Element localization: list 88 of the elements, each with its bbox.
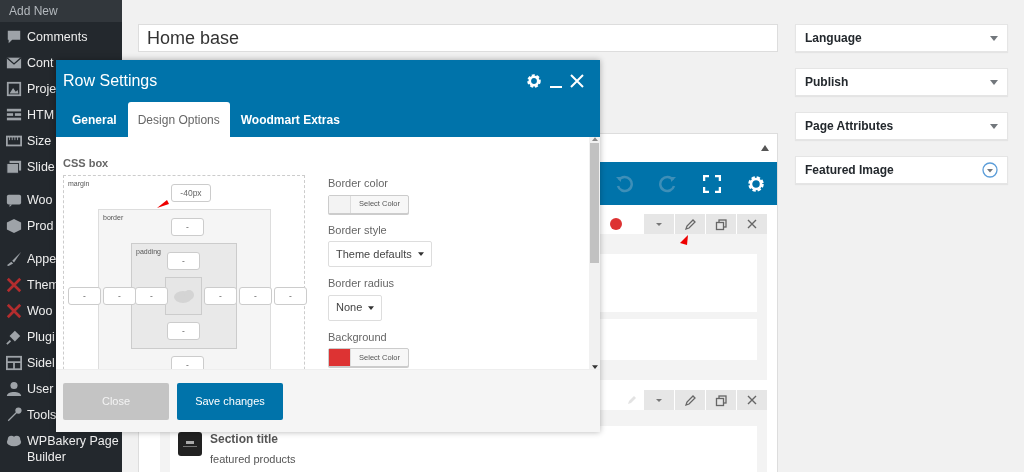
brush-icon (6, 251, 22, 267)
title-thumbnail-icon (178, 432, 202, 456)
title-field[interactable]: Home base (138, 24, 778, 52)
annotation-arrow-icon (680, 235, 688, 245)
copy-icon (713, 216, 729, 232)
person-icon (6, 381, 22, 397)
element-subtitle: featured products (210, 452, 296, 466)
side-panel-header[interactable]: Page Attributes (795, 112, 1008, 140)
dialog-button[interactable]: Save changes (177, 382, 283, 420)
row-control-button[interactable] (675, 390, 705, 410)
tab[interactable]: Design Options (127, 102, 230, 137)
menu-item[interactable]: Prod (0, 213, 54, 239)
cross-icon (6, 277, 22, 293)
envelope-icon (6, 55, 22, 71)
shop-icon (6, 192, 22, 208)
caret-icon[interactable] (990, 35, 998, 41)
slides-icon (6, 159, 22, 175)
menu-item[interactable]: Woo (0, 187, 53, 213)
menu-item[interactable]: Plugi (0, 324, 55, 350)
menu-item[interactable]: Cont (0, 50, 54, 76)
menu-item[interactable]: HTM (0, 102, 55, 128)
menu-item[interactable]: User (0, 376, 54, 402)
value-field[interactable]: - (167, 322, 200, 340)
tab[interactable]: General (62, 102, 127, 137)
value-field[interactable]: - (204, 287, 237, 305)
ruler-icon (6, 133, 22, 149)
copy-icon (713, 392, 729, 408)
close-icon[interactable] (570, 74, 584, 88)
layout-icon (6, 355, 22, 371)
caret-icon[interactable] (990, 123, 998, 129)
menu-item[interactable]: Tools (0, 402, 57, 428)
speech-bubble-icon (6, 29, 22, 45)
menu-item[interactable]: Proje (0, 76, 57, 102)
submenu-item[interactable]: Add New (0, 0, 122, 22)
menu-item[interactable]: Woo (0, 298, 53, 324)
picture-icon (6, 81, 22, 97)
wrench-icon (6, 407, 22, 423)
value-field[interactable]: - (135, 287, 168, 305)
settings-icon[interactable] (526, 73, 542, 89)
value-field[interactable]: - (103, 287, 136, 305)
menu-item[interactable]: Appe (0, 246, 57, 272)
row-control-button[interactable] (706, 214, 736, 234)
side-panel-header[interactable]: Publish (795, 68, 1008, 96)
value-field[interactable]: - (167, 252, 200, 270)
section-label: CSS box (63, 156, 110, 171)
plug-icon (6, 329, 22, 345)
menu-item[interactable]: Sidel (0, 350, 55, 376)
row-control-button[interactable] (706, 390, 736, 410)
menu-item[interactable]: WPBakery Page Builder (0, 428, 119, 470)
menu-item[interactable]: Size (0, 128, 52, 154)
value-field[interactable]: -40px (171, 184, 211, 202)
tab[interactable]: Woodmart Extras (230, 102, 350, 137)
value-field[interactable]: - (171, 356, 204, 369)
layout-icon (6, 107, 22, 123)
field-label: Border style (328, 222, 388, 238)
settings-icon[interactable] (747, 174, 765, 193)
dropdown[interactable]: None (328, 294, 383, 321)
scrollbar[interactable] (589, 137, 600, 369)
collapse-icon[interactable] (761, 145, 769, 151)
cross-icon (6, 303, 22, 319)
value-field[interactable]: - (274, 287, 307, 305)
menu-item[interactable]: Comments (0, 24, 88, 50)
row-control-button[interactable] (737, 390, 767, 410)
scrollbar-thumb[interactable] (590, 143, 599, 263)
expand-icon[interactable] (982, 162, 998, 178)
caret-icon[interactable] (990, 79, 998, 85)
menu-item[interactable]: Slide (0, 154, 55, 180)
caret-icon (656, 222, 662, 226)
dialog-title: Row Settings (63, 71, 158, 91)
caret-icon (368, 305, 375, 310)
dropdown[interactable]: Theme defaults (328, 241, 432, 267)
caret-icon (656, 398, 662, 402)
row-control-button[interactable] (737, 214, 767, 234)
field-label: Background (328, 329, 388, 345)
side-panel-header[interactable]: Language (795, 24, 1008, 52)
field-label: Border radius (328, 276, 396, 291)
cloud-icon (6, 433, 22, 449)
value-field[interactable]: - (239, 287, 272, 305)
box-icon (6, 218, 22, 234)
side-panel-header[interactable]: Featured Image (795, 156, 1008, 184)
element-title: Section title (210, 432, 279, 446)
fullscreen-icon[interactable] (703, 174, 721, 193)
annotation-arrow-icon (157, 200, 169, 208)
value-field[interactable]: - (68, 287, 101, 305)
value-field[interactable]: - (171, 218, 204, 236)
row-control-button[interactable] (675, 214, 705, 234)
caret-icon (417, 252, 424, 256)
field-label: Border color (328, 176, 389, 191)
